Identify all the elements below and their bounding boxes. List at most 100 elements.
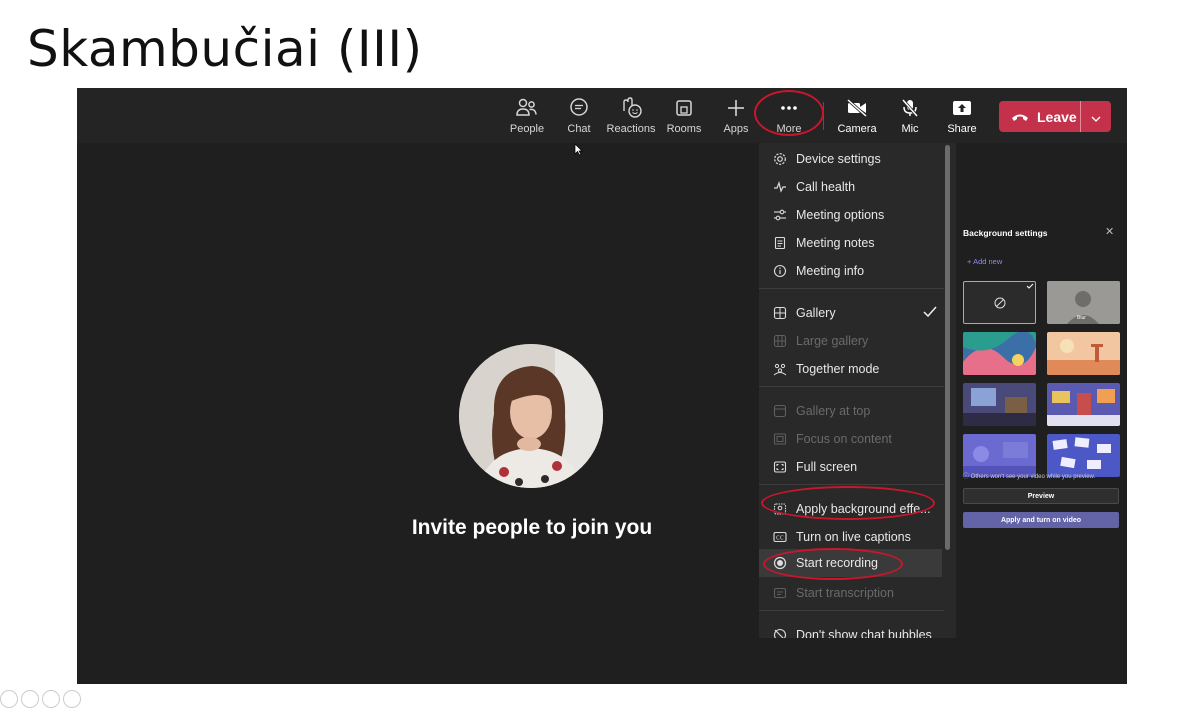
checkmark-icon	[923, 306, 937, 321]
background-option-office[interactable]	[1047, 383, 1120, 426]
menu-item-label: Don't show chat bubbles	[796, 628, 932, 638]
people-label: People	[509, 123, 545, 135]
menu-item-focus-on-content: Focus on content	[772, 429, 947, 449]
background-blur-option[interactable]: Blur	[1047, 281, 1120, 324]
add-new-label: Add new	[973, 257, 1003, 266]
menu-item-label: Device settings	[796, 152, 881, 166]
leave-options-button[interactable]	[1081, 101, 1111, 132]
gallery-top-icon	[772, 403, 788, 419]
share-button[interactable]: Share	[935, 96, 989, 135]
menu-item-together-mode[interactable]: Together mode	[772, 359, 947, 379]
gear-icon	[772, 151, 788, 167]
leave-button[interactable]: Leave	[999, 101, 1111, 132]
teams-meeting-screenshot: People Chat Reactions Rooms Apps More Ca…	[77, 88, 1127, 684]
apps-label: Apps	[723, 123, 749, 135]
close-icon[interactable]: ✕	[1105, 225, 1114, 238]
menu-item-call-health[interactable]: Call health	[772, 177, 947, 197]
plus-icon: +	[967, 257, 972, 266]
fullscreen-icon	[772, 459, 788, 475]
captions-icon: CC	[772, 529, 788, 545]
large-gallery-icon	[772, 333, 788, 349]
menu-item-label: Full screen	[796, 460, 858, 474]
transcription-icon	[772, 585, 788, 601]
background-option-abstract[interactable]	[963, 332, 1036, 375]
menu-item-meeting-notes[interactable]: Meeting notes	[772, 233, 947, 253]
annotation-circle-start-recording	[763, 548, 903, 580]
preview-note: ⓘ Others won't see your video while you …	[963, 471, 1123, 480]
mouse-cursor-icon	[574, 143, 583, 161]
rooms-button[interactable]: Rooms	[657, 96, 711, 135]
camera-label: Camera	[837, 123, 877, 135]
menu-item-meeting-info[interactable]: Meeting info	[772, 261, 947, 281]
menu-item-gallery-at-top: Gallery at top	[772, 401, 947, 421]
background-none-option[interactable]	[963, 281, 1036, 324]
background-option-desert[interactable]	[1047, 332, 1120, 375]
background-settings-panel: Background settings ✕ + Add new Blur ⓘ O…	[957, 218, 1127, 684]
prev-slide-icon[interactable]	[0, 690, 18, 708]
slides-overview-icon[interactable]	[21, 690, 39, 708]
notes-icon	[772, 235, 788, 251]
camera-button[interactable]: Camera	[830, 96, 884, 135]
menu-item-label: Large gallery	[796, 334, 869, 348]
menu-item-turn-on-live-captions[interactable]: CC Turn on live captions	[772, 527, 947, 547]
people-button[interactable]: People	[500, 96, 554, 135]
mic-off-icon	[883, 96, 937, 120]
pulse-icon	[772, 179, 788, 195]
focus-icon	[772, 431, 788, 447]
menu-scrollbar[interactable]	[945, 145, 950, 550]
rooms-label: Rooms	[666, 123, 702, 135]
apply-and-turn-on-video-button[interactable]: Apply and turn on video	[963, 512, 1119, 528]
zoom-icon[interactable]	[42, 690, 60, 708]
chat-label: Chat	[567, 123, 591, 135]
invite-people-message: Invite people to join you	[411, 516, 653, 539]
share-label: Share	[947, 123, 977, 135]
slide-title: Skambučiai (III)	[27, 20, 423, 78]
chevron-down-icon	[1091, 109, 1101, 125]
menu-item-full-screen[interactable]: Full screen	[772, 457, 947, 477]
menu-item-label: Meeting notes	[796, 236, 875, 250]
annotation-circle-more	[754, 90, 824, 136]
info-icon	[772, 263, 788, 279]
menu-item-label: Turn on live captions	[796, 530, 911, 544]
menu-item-label: Meeting info	[796, 264, 865, 278]
leave-label: Leave	[1037, 108, 1077, 125]
mic-button[interactable]: Mic	[883, 96, 937, 135]
more-options-icon[interactable]	[63, 690, 81, 708]
preview-note-text: Others won't see your video while you pr…	[970, 474, 1096, 480]
menu-item-meeting-options[interactable]: Meeting options	[772, 205, 947, 225]
reactions-icon	[604, 96, 658, 120]
presentation-slide: Skambučiai (III) People Chat Reactions R…	[0, 0, 1200, 708]
rooms-icon	[657, 96, 711, 120]
slide-navigation-controls	[0, 690, 81, 708]
menu-divider	[759, 484, 944, 485]
people-icon	[500, 96, 554, 120]
gallery-icon	[772, 305, 788, 321]
info-icon: ⓘ	[963, 474, 971, 480]
chat-button[interactable]: Chat	[552, 96, 606, 135]
menu-item-start-transcription: Start transcription	[772, 583, 947, 603]
menu-divider	[759, 386, 944, 387]
menu-item-label: Gallery at top	[796, 404, 871, 418]
menu-item-dont-show-chat-bubbles[interactable]: Don't show chat bubbles	[772, 625, 947, 638]
annotation-circle-background-effects	[761, 486, 935, 520]
menu-item-label: Together mode	[796, 362, 880, 376]
menu-item-device-settings[interactable]: Device settings	[772, 149, 947, 169]
background-option-room[interactable]	[963, 383, 1036, 426]
add-new-background-button[interactable]: + Add new	[967, 257, 1002, 266]
menu-item-label: Meeting options	[796, 208, 885, 222]
camera-off-icon	[830, 96, 884, 120]
sliders-icon	[772, 207, 788, 223]
menu-divider	[759, 610, 944, 611]
together-icon	[772, 361, 788, 377]
reactions-button[interactable]: Reactions	[604, 96, 658, 135]
preview-button[interactable]: Preview	[963, 488, 1119, 504]
reactions-label: Reactions	[606, 123, 656, 135]
menu-item-gallery[interactable]: Gallery	[772, 303, 947, 323]
menu-item-label: Call health	[796, 180, 856, 194]
menu-item-label: Focus on content	[796, 432, 892, 446]
menu-item-label: Gallery	[796, 306, 836, 320]
svg-text:CC: CC	[776, 536, 784, 542]
mic-label: Mic	[901, 123, 919, 135]
meeting-toolbar: People Chat Reactions Rooms Apps More Ca…	[77, 88, 1127, 143]
phone-hangup-icon	[1011, 109, 1029, 125]
